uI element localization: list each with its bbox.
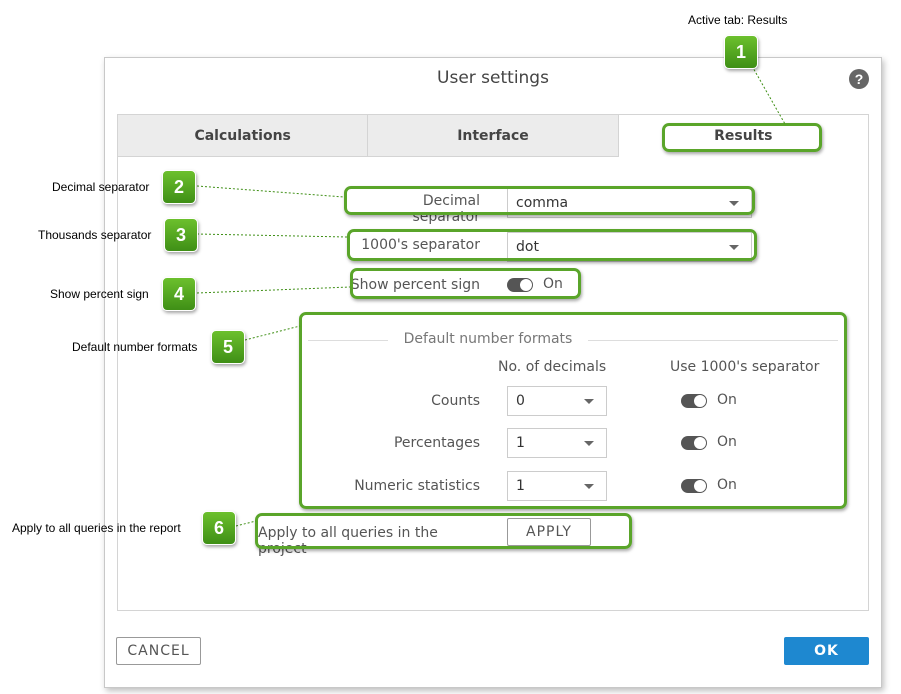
callout-badge-3: 3 [164,218,198,252]
connector-4 [196,286,351,294]
connector-3 [196,233,348,238]
callout-badge-4: 4 [162,277,196,311]
callout-text-2: Decimal separator [52,180,150,194]
callout-text-6: Apply to all queries in the report [12,521,181,535]
callout-text-4: Show percent sign [50,287,149,301]
callout-badge-2: 2 [162,170,196,204]
callout-badge-1: 1 [724,35,758,69]
callout-badge-6: 6 [202,511,236,545]
connector-2 [196,185,345,198]
callout-text-1: Active tab: Results [688,13,788,27]
connector-6 [235,520,257,527]
callout-badge-5: 5 [211,330,245,364]
connector-1 [751,65,786,125]
connector-5 [244,325,301,341]
callout-text-5: Default number formats [72,340,198,354]
callout-text-3: Thousands separator [38,228,152,242]
